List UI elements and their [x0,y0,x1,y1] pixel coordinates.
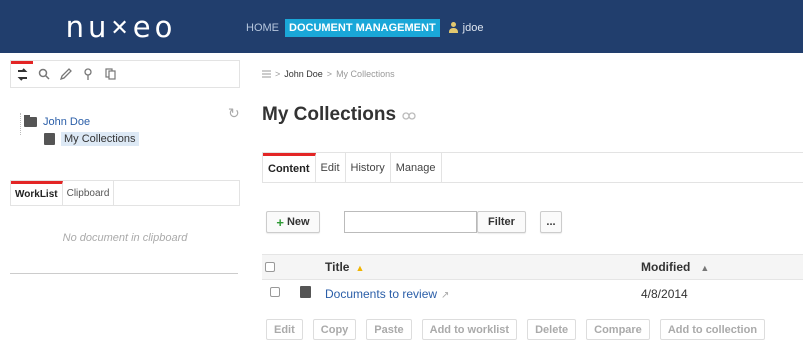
tab-worklist[interactable]: WorkList [11,181,63,205]
user-menu[interactable]: jdoe [448,22,484,34]
collection-icon [300,286,311,298]
plus-icon: + [276,214,284,230]
folder-icon [24,115,37,127]
tree-node-my-collections-label[interactable]: My Collections [61,132,139,146]
breadcrumb-my-collections: My Collections [336,69,395,79]
compare-button[interactable]: Compare [586,319,650,340]
breadcrumb-separator: > [326,69,333,79]
breadcrumb: > John Doe > My Collections [262,69,395,79]
main-nav: HOME DOCUMENT MANAGEMENT jdoe [246,18,483,38]
tab-content[interactable]: Content [263,153,316,182]
column-title-header[interactable]: Title ▲ [325,260,364,274]
row-checkbox[interactable] [270,287,280,297]
document-tabs: Content Edit History Manage [262,152,803,183]
menu-icon[interactable] [262,70,271,78]
username: jdoe [462,22,484,34]
user-icon [448,22,459,34]
tab-edit[interactable]: Edit [316,153,346,182]
filter-input[interactable] [344,211,477,233]
navigation-tree: ↻ John Doe My Collections [16,105,242,165]
left-panel-tabs [10,60,240,88]
external-link-icon[interactable]: ↗ [441,290,449,301]
paste-button[interactable]: Paste [366,319,412,340]
nav-home[interactable]: HOME [246,22,279,34]
search-icon[interactable] [33,61,55,87]
more-button[interactable]: ... [540,211,562,233]
copy-button[interactable]: Copy [312,319,357,340]
nav-document-management[interactable]: DOCUMENT MANAGEMENT [285,19,440,37]
row-title[interactable]: Documents to review ↗ [325,287,449,301]
breadcrumb-john-doe[interactable]: John Doe [284,69,323,79]
edit-button[interactable]: Edit [266,319,303,340]
permalink-icon[interactable] [402,108,416,123]
table-header: Title ▲ Modified ▲ [262,254,803,280]
column-modified-header[interactable]: Modified ▲ [641,260,709,274]
refresh-icon[interactable]: ↻ [228,105,240,122]
row-modified: 4/8/2014 [641,287,688,301]
content-toolbar: + New [266,211,320,233]
collection-icon [44,133,55,145]
clipboard-empty-message: No document in clipboard [62,232,188,244]
tree-node-my-collections[interactable]: My Collections [44,132,139,146]
sort-icon: ▲ [700,263,710,273]
copy-icon[interactable] [99,61,121,87]
breadcrumb-separator: > [275,69,281,79]
tag-icon[interactable] [55,61,77,87]
table-row[interactable]: Documents to review ↗ 4/8/2014 [262,281,803,306]
top-bar: nu✕eo HOME DOCUMENT MANAGEMENT jdoe [0,0,803,53]
delete-button[interactable]: Delete [527,319,577,340]
selection-actions: Edit Copy Paste Add to worklist Delete C… [266,319,766,340]
tab-manage[interactable]: Manage [391,153,442,182]
new-button[interactable]: + New [266,211,320,233]
select-all-checkbox[interactable] [265,262,275,272]
tab-clipboard[interactable]: Clipboard [63,181,115,205]
page-title: My Collections [262,104,416,126]
worklist-tabs: WorkList Clipboard [10,180,240,206]
divider [10,273,238,274]
pin-icon[interactable] [77,61,99,87]
tree-node-root-label[interactable]: John Doe [43,116,90,128]
logo-text: nu✕eo [65,9,177,44]
sort-asc-icon: ▲ [355,263,365,273]
sync-icon[interactable] [11,61,33,87]
add-to-collection-button[interactable]: Add to collection [659,319,766,340]
logo[interactable]: nu✕eo [0,0,242,53]
page-title-text: My Collections [262,104,397,125]
tree-node-root[interactable]: John Doe [16,115,90,128]
add-to-worklist-button[interactable]: Add to worklist [421,319,518,340]
filter-button[interactable]: Filter [477,211,526,233]
tab-history[interactable]: History [346,153,391,182]
